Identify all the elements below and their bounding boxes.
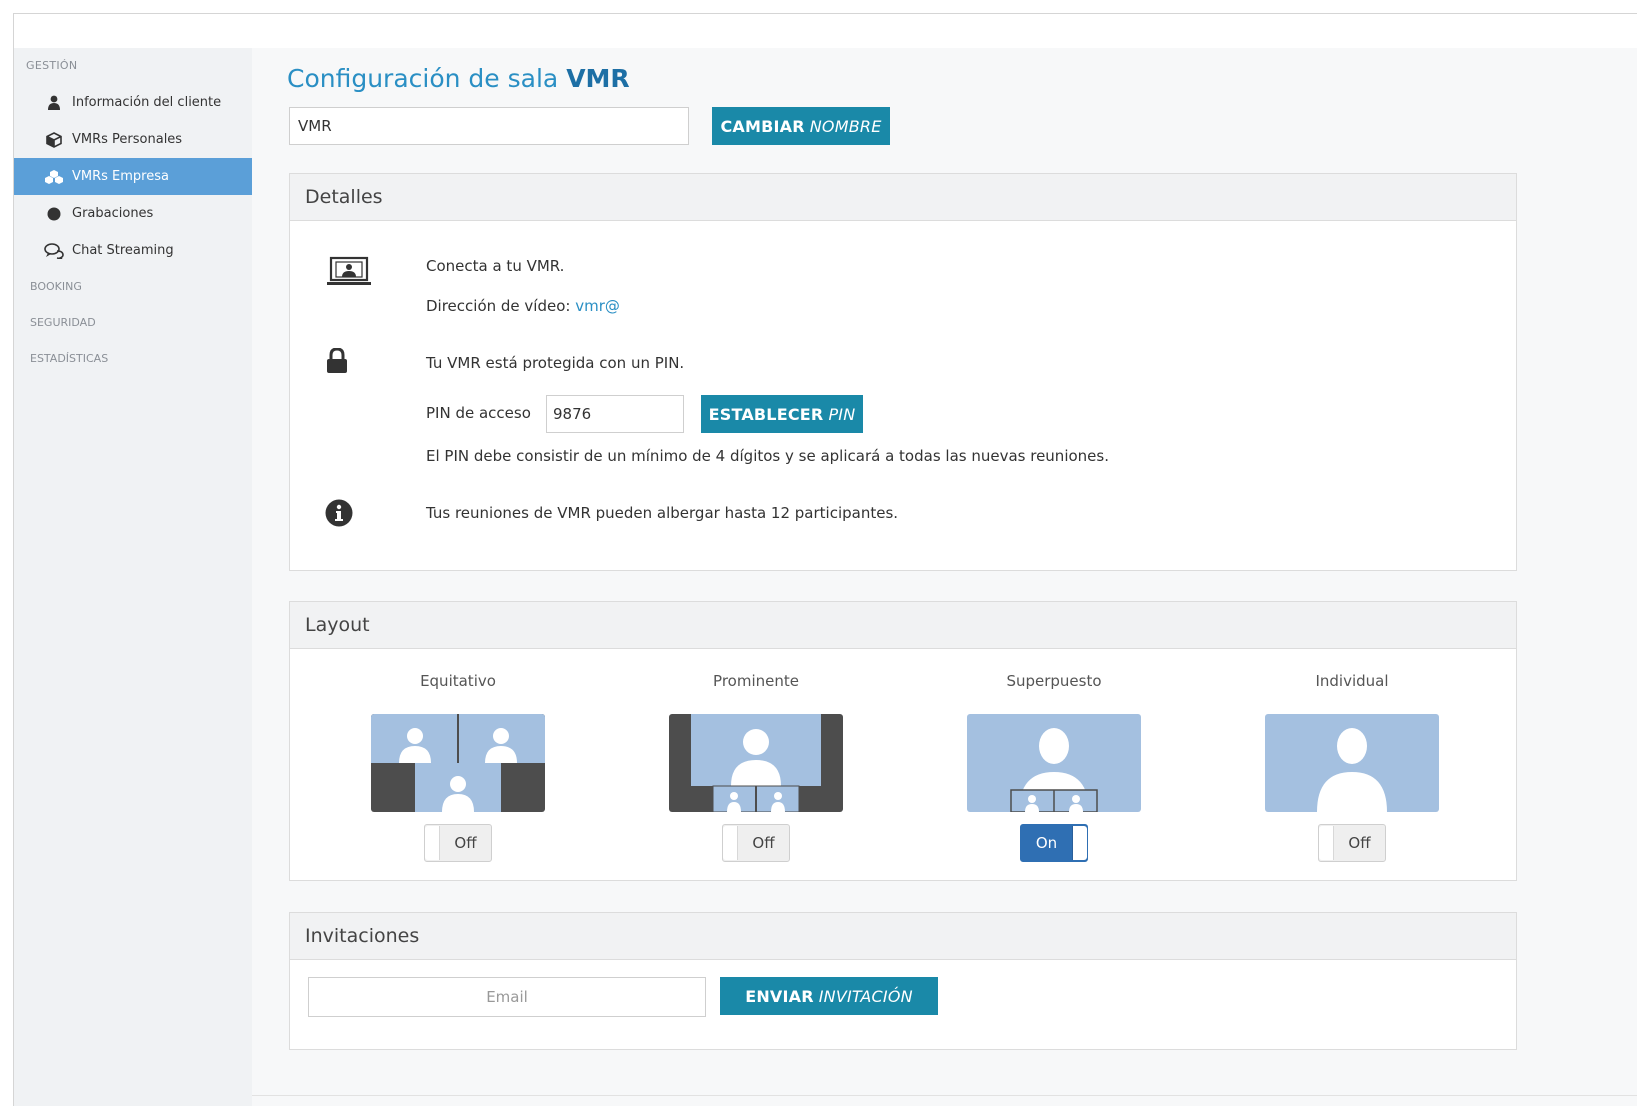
chat-bubbles-icon: [44, 242, 64, 259]
toggle-label: Off: [454, 834, 477, 852]
toggle-knob: [425, 826, 440, 860]
cube-icon: [44, 131, 64, 148]
details-panel: Detalles Conecta a tu VMR. Dirección de …: [289, 173, 1517, 571]
video-address-row: Dirección de vídeo: vmr@: [426, 297, 620, 315]
sidebar: GESTIÓN Información del cliente VMRs Per…: [14, 48, 252, 1106]
connect-text: Conecta a tu VMR.: [426, 257, 565, 275]
sidebar-item-label: VMRs Personales: [72, 132, 183, 147]
laptop-user-icon: [326, 256, 372, 292]
sidebar-item-label: VMRs Empresa: [72, 169, 169, 184]
record-dot-icon: [44, 206, 64, 222]
info-icon: [325, 499, 353, 531]
footer-divider: [252, 1095, 1637, 1096]
pin-help-text: El PIN debe consistir de un mínimo de 4 …: [426, 447, 1109, 465]
pin-protected-text: Tu VMR está protegida con un PIN.: [426, 354, 685, 372]
page-title-strong: VMR: [566, 64, 630, 93]
rename-button[interactable]: CAMBIAR NOMBRE: [712, 107, 890, 145]
rename-button-label: CAMBIAR: [720, 116, 805, 136]
layout-label: Prominente: [713, 672, 799, 690]
toggle-label: Off: [752, 834, 775, 852]
toggle-knob: [1319, 826, 1334, 860]
layout-thumb-prominente[interactable]: [669, 714, 843, 812]
toggle-label: Off: [1348, 834, 1371, 852]
layout-option-superpuesto: Superpuesto On: [967, 672, 1141, 862]
sidebar-section-seguridad[interactable]: SEGURIDAD: [14, 305, 252, 341]
sidebar-item-chat-streaming[interactable]: Chat Streaming: [14, 232, 252, 269]
toggle-label: On: [1035, 834, 1058, 852]
main-content: Configuración de sala VMR VMR CAMBIAR NO…: [252, 48, 1637, 1106]
set-pin-button-label: ESTABLECER: [708, 404, 824, 424]
layout-panel: Layout Equitativo Off Prominente Off Sup…: [289, 601, 1517, 881]
pin-input[interactable]: 9876: [546, 395, 684, 433]
layout-thumb-individual[interactable]: [1265, 714, 1439, 812]
send-invitation-button-label-italic: INVITACIÓN: [818, 986, 913, 1006]
sidebar-item-label: Grabaciones: [72, 206, 154, 221]
vmr-name-input[interactable]: VMR: [289, 107, 689, 145]
sidebar-item-label: Chat Streaming: [72, 243, 174, 258]
app-window: GESTIÓN Información del cliente VMRs Per…: [13, 13, 1637, 1106]
pin-label: PIN de acceso: [426, 404, 531, 422]
participants-text: Tus reuniones de VMR pueden albergar has…: [426, 504, 899, 522]
set-pin-button-label-italic: PIN: [828, 404, 856, 424]
invitations-panel: Invitaciones Email ENVIAR INVITACIÓN: [289, 912, 1517, 1050]
layout-heading: Layout: [290, 602, 1516, 649]
toggle-knob: [1072, 826, 1087, 860]
set-pin-button[interactable]: ESTABLECER PIN: [701, 395, 863, 433]
layout-option-individual: Individual Off: [1265, 672, 1439, 862]
layout-label: Individual: [1315, 672, 1389, 690]
invitations-heading: Invitaciones: [290, 913, 1516, 960]
cubes-icon: [44, 169, 64, 185]
video-address-link[interactable]: vmr@: [575, 297, 620, 315]
sidebar-item-personal-vmrs[interactable]: VMRs Personales: [14, 121, 252, 158]
user-icon: [44, 95, 64, 111]
toggle-knob: [723, 826, 738, 860]
layout-label: Superpuesto: [1006, 672, 1102, 690]
rename-button-label-italic: NOMBRE: [809, 116, 882, 136]
lock-icon: [326, 347, 348, 378]
layout-thumb-equitativo[interactable]: [371, 714, 545, 812]
send-invitation-button[interactable]: ENVIAR INVITACIÓN: [720, 977, 938, 1015]
sidebar-item-company-vmrs[interactable]: VMRs Empresa: [14, 158, 252, 195]
page-title: Configuración de sala VMR: [287, 64, 630, 93]
layout-toggle-equitativo[interactable]: Off: [424, 824, 492, 862]
email-input[interactable]: Email: [308, 977, 706, 1017]
sidebar-section-estadisticas[interactable]: ESTADÍSTICAS: [14, 341, 252, 377]
sidebar-section-booking[interactable]: BOOKING: [14, 269, 252, 305]
top-bar: [14, 14, 1637, 48]
layout-option-prominente: Prominente Off: [669, 672, 843, 862]
layout-thumb-superpuesto[interactable]: [967, 714, 1141, 812]
sidebar-section-gestion: GESTIÓN: [26, 59, 78, 72]
details-heading: Detalles: [290, 174, 1516, 221]
sidebar-item-label: Información del cliente: [72, 95, 222, 110]
sidebar-item-recordings[interactable]: Grabaciones: [14, 195, 252, 232]
layout-label: Equitativo: [420, 672, 496, 690]
video-address-label: Dirección de vídeo:: [426, 297, 571, 315]
send-invitation-button-label: ENVIAR: [745, 986, 814, 1006]
layout-toggle-prominente[interactable]: Off: [722, 824, 790, 862]
layout-toggle-individual[interactable]: Off: [1318, 824, 1386, 862]
sidebar-item-client-info[interactable]: Información del cliente: [14, 84, 252, 121]
page-title-prefix: Configuración de sala: [287, 64, 559, 93]
layout-toggle-superpuesto[interactable]: On: [1020, 824, 1088, 862]
layout-option-equitativo: Equitativo Off: [371, 672, 545, 862]
